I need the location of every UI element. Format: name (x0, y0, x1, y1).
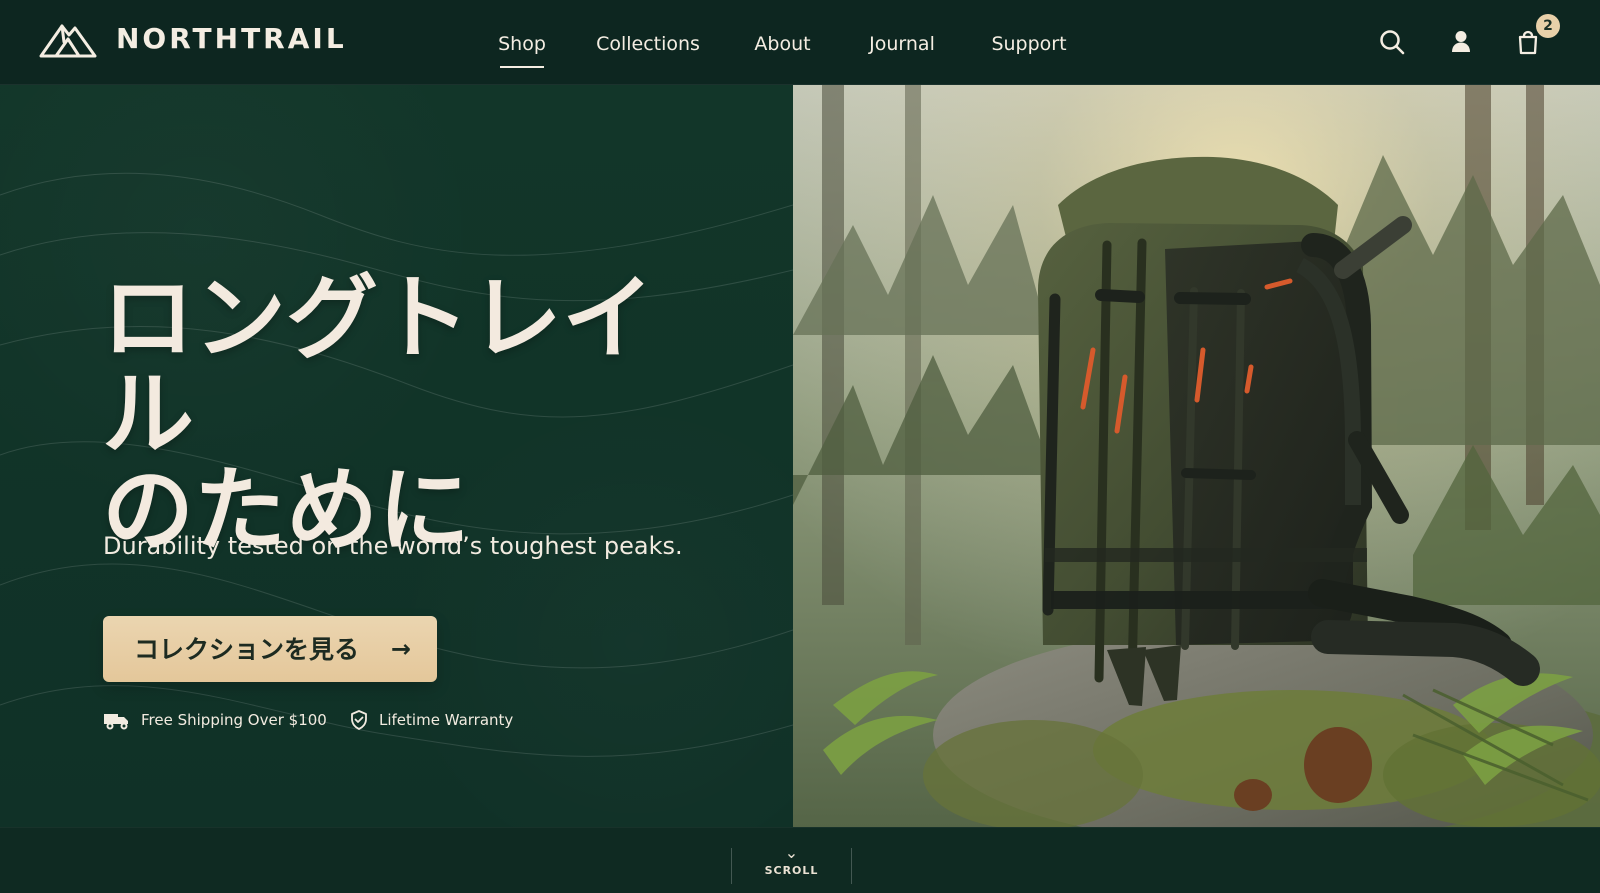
page: NORTHTRAIL Shop Collections About Journa… (0, 0, 1600, 893)
hero-content-panel: ロングトレイ ル のために Durability tested on the w… (0, 85, 793, 827)
search-button[interactable] (1374, 24, 1410, 60)
hero-headline-line-2: ル (102, 360, 195, 468)
warranty-label: Lifetime Warranty (379, 711, 514, 729)
truck-icon (103, 710, 131, 730)
arrow-right-icon: → (390, 635, 411, 663)
hero-perks: Free Shipping Over $100 Lifetime Warrant… (103, 705, 603, 735)
header-icons: 2 (0, 0, 1600, 85)
hero-headline-line-1: ロングトレイ (102, 264, 655, 372)
shield-check-icon (349, 709, 369, 731)
chevron-down-icon: ⌄ (784, 843, 799, 862)
hero-image-panel (793, 85, 1600, 827)
site-header: NORTHTRAIL Shop Collections About Journa… (0, 0, 1600, 85)
account-button[interactable] (1443, 24, 1479, 60)
view-collection-button[interactable]: コレクションを見る → (103, 616, 437, 682)
cart-count-badge: 2 (1536, 14, 1560, 38)
free-shipping-perk: Free Shipping Over $100 (103, 705, 327, 735)
hero-headline: ロングトレイ ル のために (102, 264, 762, 559)
hero-product-image (793, 85, 1600, 827)
hero-section: ロングトレイ ル のために Durability tested on the w… (0, 85, 1600, 827)
free-shipping-label: Free Shipping Over $100 (141, 711, 327, 729)
search-icon (1380, 30, 1405, 55)
view-collection-button-label: コレクションを見る (134, 634, 360, 664)
scroll-indicator[interactable]: ⌄ SCROLL (731, 843, 852, 884)
scroll-strip: ⌄ SCROLL (0, 827, 1600, 893)
user-icon (1452, 31, 1470, 52)
scroll-label: SCROLL (764, 864, 819, 877)
warranty-perk: Lifetime Warranty (349, 705, 519, 735)
hero-subheadline: Durability tested on the world’s toughes… (103, 532, 683, 560)
